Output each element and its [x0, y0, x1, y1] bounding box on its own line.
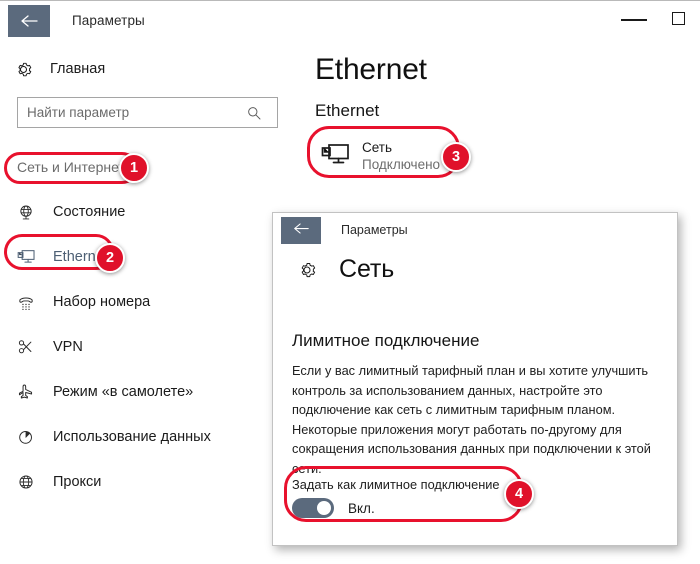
globe-icon [17, 473, 43, 491]
vpn-key-icon [17, 338, 43, 356]
section-title: Ethernet [315, 101, 380, 120]
search-input[interactable] [18, 98, 240, 127]
sidebar-item-data-usage[interactable]: Использование данных [0, 422, 298, 451]
page-title: Ethernet [315, 53, 427, 86]
sidebar-item-label: Режим «в самолете» [53, 383, 194, 400]
globe-signal-icon [17, 203, 43, 221]
sidebar-item-label: Состояние [53, 203, 126, 220]
back-arrow-icon [19, 14, 39, 28]
screenshot-root: Параметры Главная Найти параметр Сеть и … [0, 0, 700, 564]
sidebar-item-ethernet[interactable]: Ethernet [0, 242, 298, 271]
sidebar: Главная Сеть и Интернет [0, 43, 298, 564]
sidebar-item-proxy[interactable]: Прокси [0, 467, 298, 496]
sidebar-item-home[interactable]: Главная [14, 55, 105, 83]
sidebar-item-label: Прокси [53, 473, 102, 490]
sidebar-item-status[interactable]: Состояние [0, 197, 298, 226]
sidebar-home-label: Главная [50, 61, 106, 77]
sidebar-nav: Сеть и Интернет Состояние Ethernet Набор… [0, 155, 298, 512]
window-titlebar: Параметры [0, 1, 700, 43]
inner-back-button[interactable] [281, 217, 321, 244]
sidebar-item-label: Использование данных [53, 428, 211, 445]
dialup-phone-icon [17, 293, 43, 311]
inner-page-title: Сеть [339, 255, 395, 283]
sidebar-item-vpn[interactable]: VPN [0, 332, 298, 361]
gear-icon [14, 60, 40, 79]
network-status: Подключено [362, 157, 441, 172]
network-card[interactable]: Сеть Подключено [316, 133, 491, 179]
network-settings-window: Параметры Сеть Лимитное подключение Если… [272, 212, 678, 546]
back-arrow-icon [292, 222, 310, 240]
gear-icon [297, 260, 323, 280]
metered-toggle-state: Вкл. [348, 500, 375, 516]
sidebar-item-airplane-mode[interactable]: Режим «в самолете» [0, 377, 298, 406]
metered-toggle-label: Задать как лимитное подключение [292, 477, 500, 492]
maximize-icon [671, 11, 685, 25]
network-card-text: Сеть Подключено [362, 139, 440, 173]
sidebar-section-network-internet[interactable]: Сеть и Интернет [0, 155, 298, 179]
search-box[interactable] [17, 97, 278, 128]
maximize-button[interactable] [656, 1, 700, 35]
network-name: Сеть [362, 140, 393, 155]
metered-toggle-switch[interactable] [292, 498, 334, 518]
back-button[interactable] [8, 5, 50, 37]
ethernet-monitor-icon [316, 143, 356, 169]
metered-toggle-row: Вкл. [292, 498, 375, 518]
ethernet-monitor-icon [17, 248, 43, 266]
window-title: Параметры [72, 13, 145, 28]
toggle-knob [317, 501, 331, 515]
pie-chart-icon [17, 428, 43, 446]
search-icon [240, 105, 268, 121]
sidebar-item-label: VPN [53, 338, 83, 355]
minimize-icon [621, 19, 647, 21]
window-controls [612, 1, 700, 35]
inner-window-title: Параметры [341, 223, 408, 237]
sidebar-item-label: Ethernet [53, 248, 108, 265]
minimize-button[interactable] [612, 1, 656, 35]
sidebar-item-label: Набор номера [53, 293, 151, 310]
sidebar-item-dialup[interactable]: Набор номера [0, 287, 298, 316]
airplane-icon [17, 383, 43, 401]
inner-page-header: Сеть [297, 255, 394, 284]
metered-connection-description: Если у вас лимитный тарифный план и вы х… [292, 363, 651, 476]
metered-connection-heading: Лимитное подключение [292, 331, 480, 350]
sidebar-section-label: Сеть и Интернет [17, 159, 125, 175]
inner-window-titlebar: Параметры [273, 213, 677, 249]
